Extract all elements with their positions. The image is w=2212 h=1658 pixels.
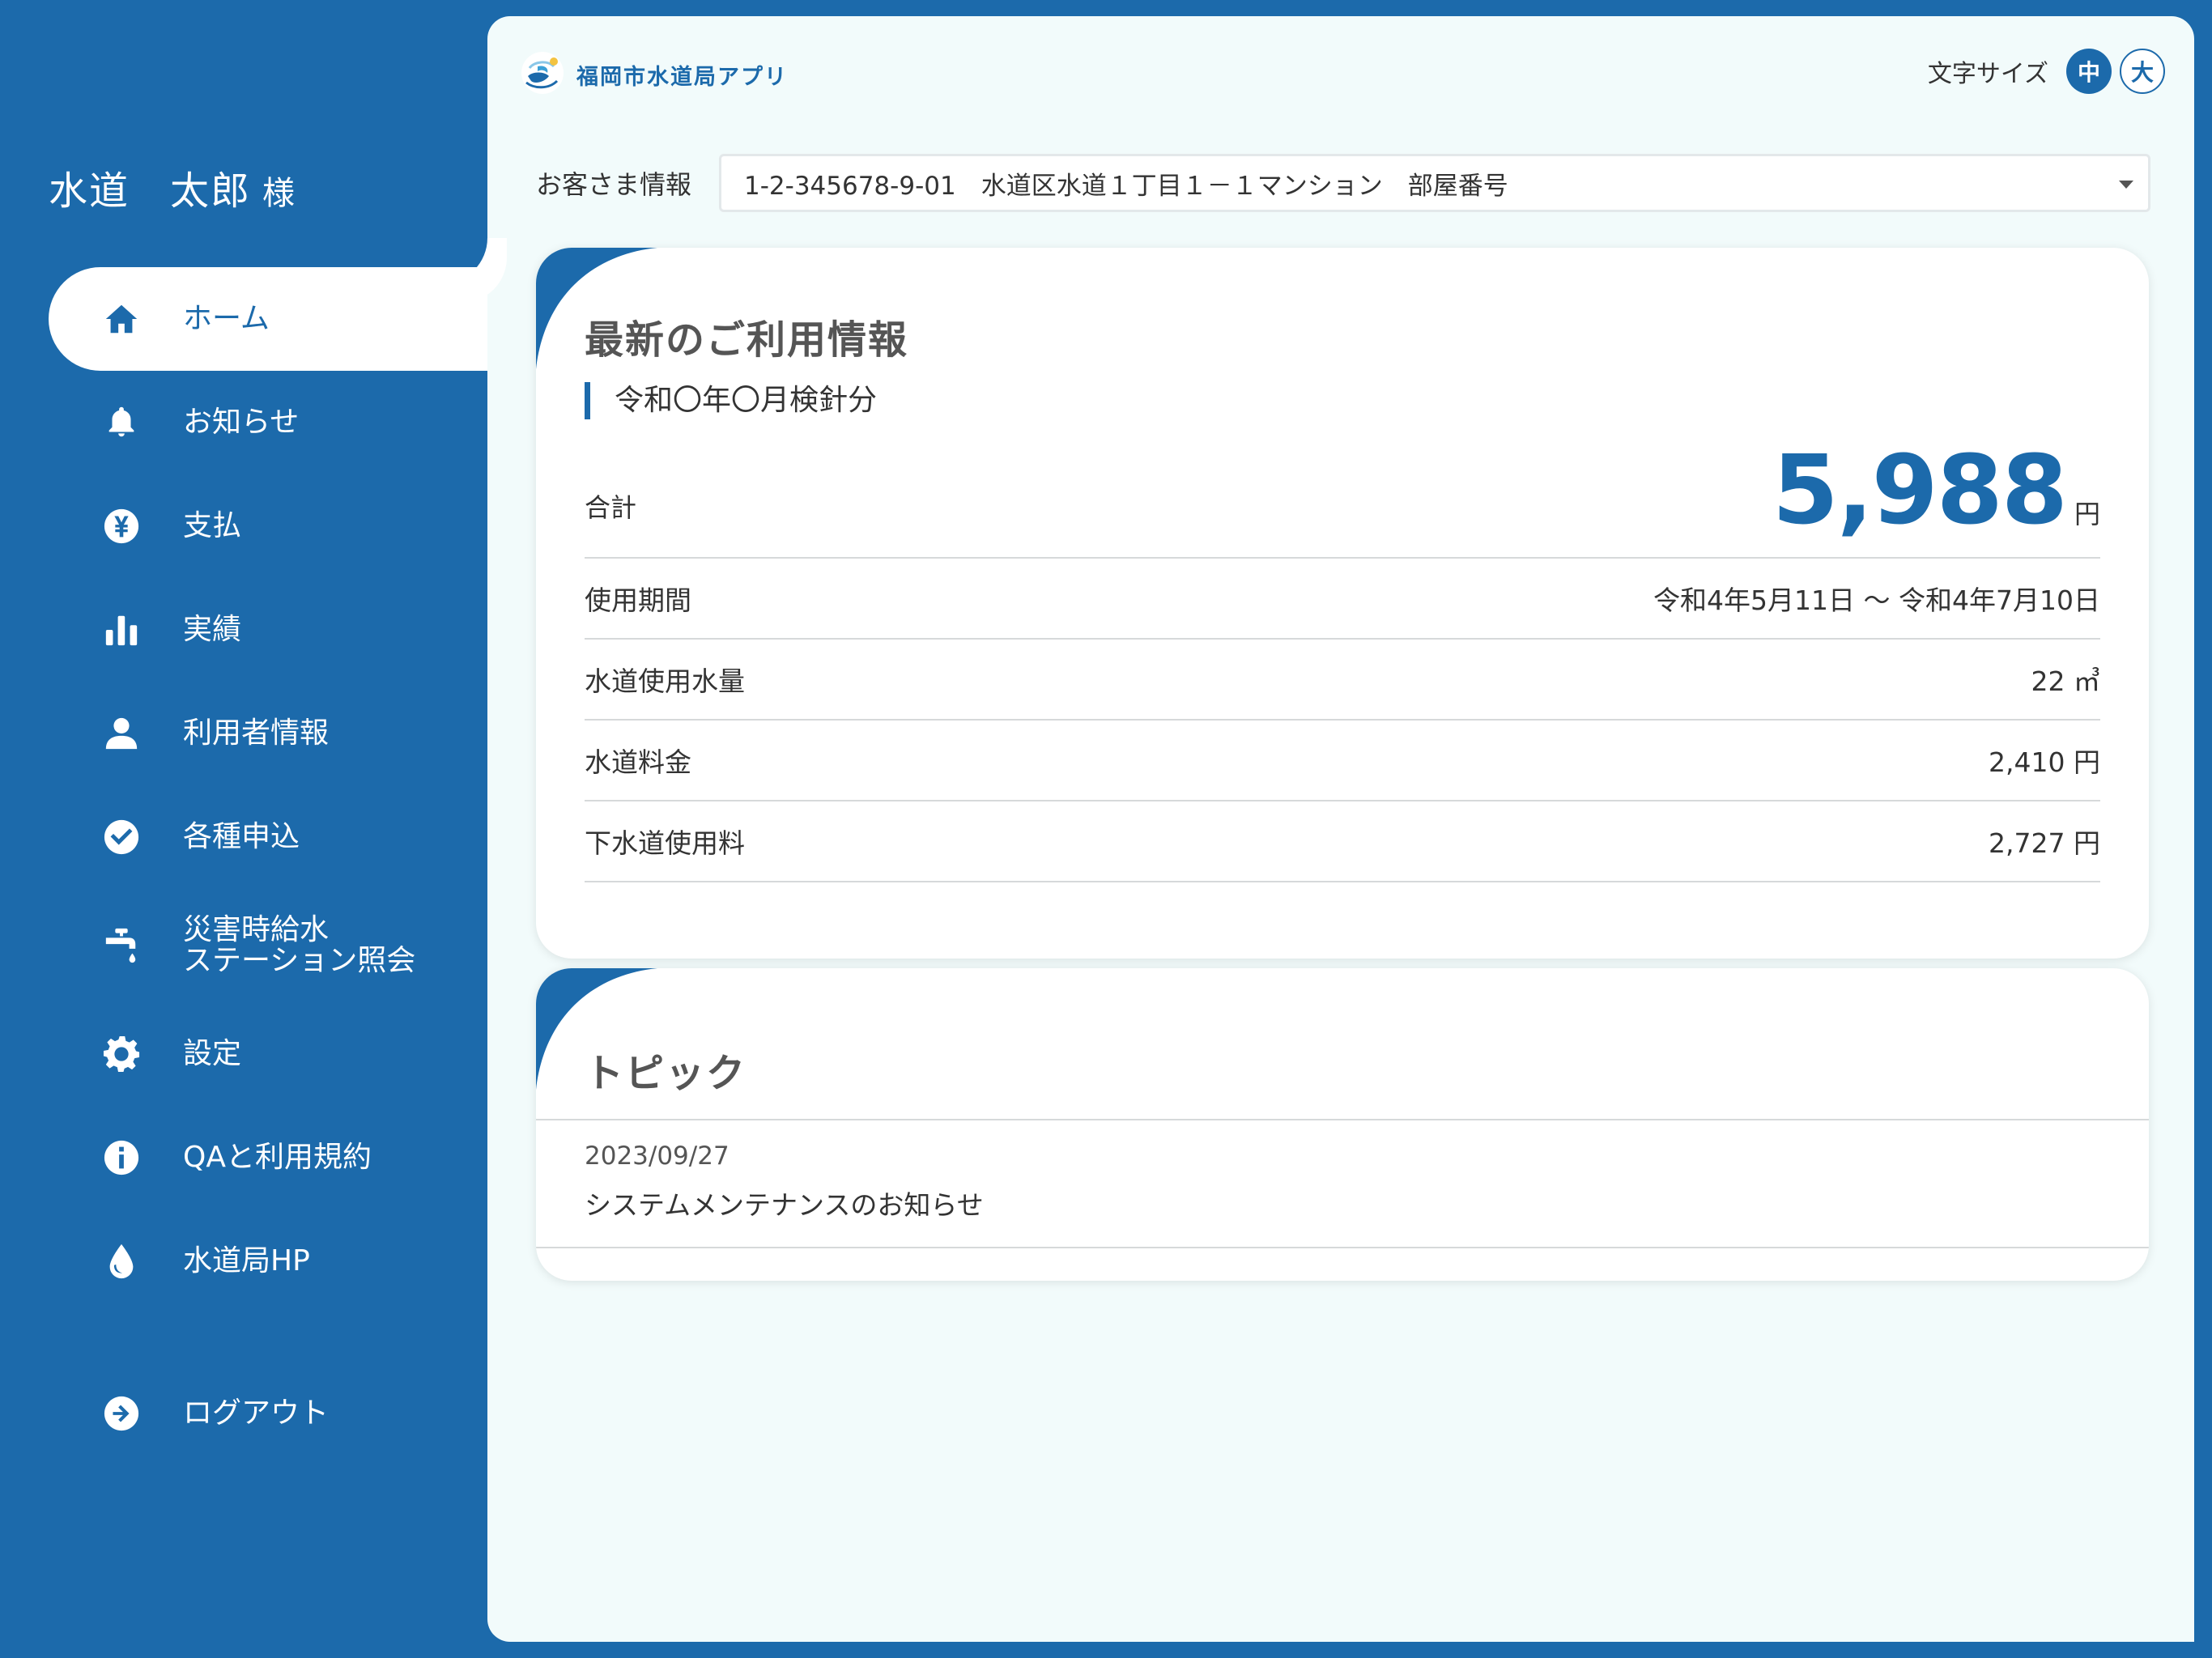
divider	[585, 881, 2100, 882]
sidebar-item-applications[interactable]: 各種申込	[49, 785, 487, 889]
topic-text: システムメンテナンスのお知らせ	[585, 1189, 984, 1221]
sidebar-item-waterworks-hp[interactable]: 水道局HP	[49, 1209, 487, 1313]
detail-label: 水道使用水量	[585, 665, 745, 697]
user-name: 水道 太郎様	[49, 159, 296, 215]
bar-chart-icon	[102, 610, 141, 649]
sidebar-item-notices[interactable]: お知らせ	[49, 371, 487, 474]
detail-label: 下水道使用料	[585, 827, 745, 859]
sidebar-item-water-station[interactable]: 災害時給水 ステーション照会	[49, 889, 487, 1002]
total-amount-unit: 円	[2074, 499, 2100, 529]
sidebar-item-settings[interactable]: 設定	[49, 1002, 487, 1106]
sidebar-item-label: 実績	[183, 613, 242, 647]
sidebar-item-label-line1: 災害時給水	[183, 913, 330, 947]
detail-value: 2,410 円	[1989, 746, 2100, 778]
gear-icon	[102, 1035, 141, 1073]
bell-icon	[102, 403, 141, 442]
sidebar-item-user-info[interactable]: 利用者情報	[49, 682, 487, 785]
detail-value: 令和4年5月11日 〜 令和4年7月10日	[1653, 585, 2100, 616]
sidebar-item-qa[interactable]: QAと利用規約	[49, 1106, 487, 1209]
sidebar-item-label: 支払	[183, 509, 242, 543]
topic-date: 2023/09/27	[585, 1141, 730, 1171]
font-size-control: 文字サイズ 中 大	[1928, 49, 2165, 94]
detail-label: 水道料金	[585, 746, 691, 778]
total-label: 合計	[585, 492, 637, 523]
customer-info-row: お客さま情報 1-2-345678-9-01 水道区水道１丁目１－１マンション …	[536, 154, 2150, 212]
topic-list-item[interactable]: 2023/09/27 システムメンテナンスのお知らせ	[536, 1120, 2149, 1247]
detail-row-water-fee: 水道料金 2,410 円	[585, 721, 2100, 800]
sidebar-item-results[interactable]: 実績	[49, 578, 487, 682]
customer-select-value: 1-2-345678-9-01 水道区水道１丁目１－１マンション 部屋番号	[744, 171, 1508, 201]
font-size-large-button[interactable]: 大	[2120, 49, 2165, 94]
logout-button[interactable]: ログアウト	[49, 1362, 487, 1465]
divider	[536, 1247, 2149, 1248]
latest-usage-card: 最新のご利用情報 令和〇年〇月検針分 合計 5,988 円 使用期間 令和4年5…	[536, 248, 2149, 959]
detail-label: 使用期間	[585, 585, 691, 616]
sidebar-item-label: 災害時給水 ステーション照会	[183, 915, 415, 976]
sidebar-item-label: 利用者情報	[183, 716, 330, 750]
sidebar-item-home[interactable]: ホーム	[49, 267, 487, 371]
topics-card: トピック 2023/09/27 システムメンテナンスのお知らせ	[536, 968, 2149, 1281]
customer-info-label: お客さま情報	[536, 169, 692, 200]
check-circle-icon	[102, 818, 141, 857]
detail-row-water-volume: 水道使用水量 22 ㎥	[585, 640, 2100, 719]
meter-reading-period: 令和〇年〇月検針分	[585, 382, 877, 419]
total-amount-number: 5,988	[1772, 434, 2068, 546]
font-size-label: 文字サイズ	[1927, 60, 2048, 88]
sidebar-item-label: QAと利用規約	[183, 1141, 372, 1175]
sidebar: 水道 太郎様 ホーム お知らせ 支払 実績 利用者情報 各種申込 災害時給水 ス…	[0, 0, 487, 1658]
app-title: 福岡市水道局アプリ	[576, 64, 788, 90]
arrow-right-circle-icon	[102, 1394, 141, 1433]
total-row: 合計 5,988 円	[585, 434, 2100, 554]
detail-row-sewer-fee: 下水道使用料 2,727 円	[585, 801, 2100, 881]
faucet-icon	[102, 926, 141, 965]
sidebar-item-label-line2: ステーション照会	[183, 944, 416, 977]
app-header: 福岡市水道局アプリ	[520, 50, 788, 99]
sidebar-item-payment[interactable]: 支払	[49, 474, 487, 578]
home-icon	[102, 300, 141, 338]
font-size-medium-button[interactable]: 中	[2066, 49, 2112, 94]
user-name-text: 水道 太郎	[49, 168, 252, 214]
water-drop-icon	[102, 1242, 141, 1281]
sidebar-item-label: ホーム	[183, 302, 270, 336]
usage-card-title: 最新のご利用情報	[585, 317, 909, 363]
info-icon	[102, 1138, 141, 1177]
main-panel: 福岡市水道局アプリ 文字サイズ 中 大 お客さま情報 1-2-345678-9-…	[487, 16, 2194, 1642]
detail-row-period: 使用期間 令和4年5月11日 〜 令和4年7月10日	[585, 559, 2100, 638]
sidebar-item-label: 設定	[183, 1037, 242, 1071]
customer-select[interactable]: 1-2-345678-9-01 水道区水道１丁目１－１マンション 部屋番号	[719, 154, 2150, 212]
sidebar-item-label: お知らせ	[183, 406, 300, 440]
total-amount: 5,988 円	[1772, 434, 2100, 546]
logout-label: ログアウト	[183, 1397, 330, 1431]
caret-down-icon	[2119, 181, 2133, 189]
sidebar-item-label: 水道局HP	[183, 1244, 310, 1278]
yen-icon	[102, 507, 141, 546]
user-icon	[102, 714, 141, 753]
detail-value: 2,727 円	[1989, 827, 2100, 859]
topics-title: トピック	[585, 1051, 747, 1096]
sidebar-item-label: 各種申込	[183, 820, 300, 854]
detail-value: 22 ㎥	[2031, 665, 2100, 697]
user-honorific: 様	[262, 175, 297, 212]
app-logo	[520, 50, 565, 99]
